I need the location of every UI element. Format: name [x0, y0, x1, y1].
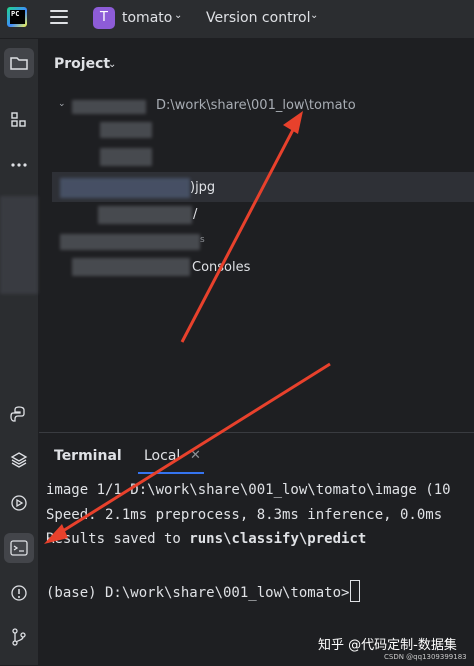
terminal-prompt-line[interactable]: (base) D:\work\share\001_low\tomato>	[46, 580, 361, 602]
chevron-down-icon[interactable]: ⌄	[310, 10, 318, 21]
terminal-output-line: image 1/1 D:\work\share\001_low\tomato\i…	[46, 482, 451, 498]
tree-item-scratches-consoles[interactable]: Consoles	[192, 260, 250, 275]
terminal-icon[interactable]	[4, 533, 34, 563]
terminal-output-line: Speed: 2.1ms preprocess, 8.3ms inference…	[46, 507, 443, 523]
tree-item-fragment[interactable]: /	[193, 207, 197, 222]
watermark-main: 知乎 @代码定制-数据集	[318, 638, 457, 653]
project-switcher[interactable]: tomato	[122, 10, 172, 26]
terminal-output-line: Results saved to runs\classify\predict	[46, 531, 366, 547]
services-run-icon[interactable]	[4, 488, 34, 518]
terminal-panel[interactable]	[39, 432, 474, 666]
project-folder-icon[interactable]	[4, 48, 34, 78]
blurred-tree-content	[100, 122, 152, 138]
project-panel-title[interactable]: Project	[54, 56, 110, 72]
project-badge[interactable]: T	[93, 7, 115, 29]
layers-icon[interactable]	[4, 445, 34, 475]
active-tab-indicator	[138, 472, 204, 474]
version-control-menu[interactable]: Version control	[206, 10, 310, 26]
chevron-down-icon[interactable]: ⌄	[108, 59, 116, 70]
structure-icon[interactable]	[4, 105, 34, 135]
tree-expand-chevron-icon[interactable]: ⌄	[58, 99, 66, 109]
watermark-sub: CSDN @qq1309399183	[384, 653, 467, 661]
logo-text: PC	[10, 10, 25, 24]
tab-local[interactable]: Local	[144, 448, 180, 464]
git-branch-icon[interactable]	[4, 622, 34, 652]
blurred-tree-content	[60, 234, 200, 250]
blurred-tree-content	[60, 178, 190, 198]
blurred-tree-content	[72, 258, 190, 276]
tree-item-image-file[interactable]: )jpg	[190, 180, 215, 195]
terminal-save-path: runs\classify\predict	[189, 531, 367, 547]
tool-window-strip	[0, 39, 39, 665]
blurred-tree-content	[98, 206, 192, 224]
blurred-tree-content	[100, 148, 152, 166]
annotation-arrowhead-up	[283, 111, 303, 134]
close-icon[interactable]: ✕	[190, 448, 201, 463]
pycharm-logo-icon[interactable]: PC	[7, 7, 27, 27]
title-bar: PC T tomato ⌄ Version control ⌄	[0, 0, 474, 39]
chevron-down-icon[interactable]: ⌄	[174, 10, 182, 21]
terminal-cursor	[350, 580, 361, 602]
blurred-tree-content	[72, 100, 146, 114]
tree-item-fragment[interactable]: s	[200, 235, 205, 245]
blurred-sidebar-edge	[0, 196, 38, 294]
terminal-prompt: (base) D:\work\share\001_low\tomato>	[46, 585, 350, 601]
python-console-icon[interactable]	[4, 400, 34, 430]
annotation-arrow-up	[180, 123, 298, 343]
problems-icon[interactable]	[4, 578, 34, 608]
project-root-path[interactable]: D:\work\share\001_low\tomato	[156, 98, 356, 113]
more-tools-icon[interactable]	[4, 150, 34, 180]
terminal-text: Results saved to	[46, 531, 190, 547]
main-menu-icon[interactable]	[50, 10, 68, 24]
terminal-panel-title: Terminal	[54, 448, 122, 464]
